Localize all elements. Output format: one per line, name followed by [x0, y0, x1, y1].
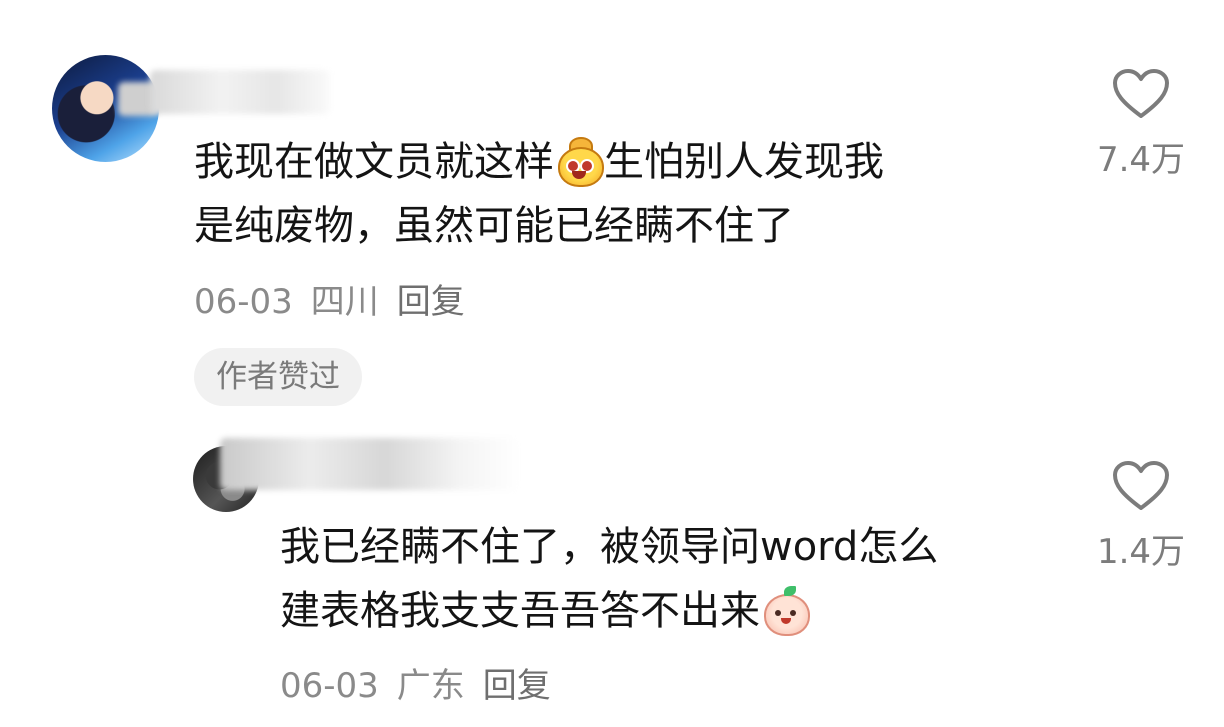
comment-line: 我现在做文员就这样 生怕别人发现我: [194, 137, 884, 187]
comment-text: 我已经瞒不住了，被领导问word怎么 建表格我支支吾吾答不出来: [280, 515, 938, 643]
comment-location: 四川: [310, 282, 379, 322]
reply-button[interactable]: 回复: [483, 666, 551, 706]
comment-line: 建表格我支支吾吾答不出来: [280, 579, 938, 643]
like-count: 7.4万: [1096, 140, 1186, 180]
comment-date: 06-03: [280, 666, 379, 706]
comment-line: 我已经瞒不住了，被领导问word怎么: [280, 524, 939, 570]
like-button[interactable]: 7.4万: [1091, 68, 1191, 181]
comment-meta: 06-03 广东 回复: [280, 658, 569, 707]
heart-icon[interactable]: [1112, 68, 1170, 120]
comment-date: 06-03: [194, 282, 293, 322]
heart-icon[interactable]: [1112, 460, 1170, 512]
author-liked-badge: 作者赞过: [194, 348, 362, 406]
blurred-username[interactable]: [150, 70, 330, 114]
reply-button[interactable]: 回复: [397, 282, 465, 322]
money-bag-face-emoji: [556, 137, 604, 187]
comment-thread: 我现在做文员就这样 生怕别人发现我 是纯废物，虽然可能已经瞒不住了 06-03 四川…: [0, 0, 1224, 727]
like-button[interactable]: 1.4万: [1091, 460, 1191, 573]
like-count: 1.4万: [1096, 532, 1186, 572]
comment-line: 是纯废物，虽然可能已经瞒不住了: [194, 203, 794, 249]
comment-meta: 06-03 四川 回复: [194, 274, 483, 323]
blurred-username[interactable]: [220, 438, 520, 490]
comment-location: 广东: [396, 666, 465, 706]
peach-face-emoji: [762, 586, 810, 636]
comment-text: 我现在做文员就这样 生怕别人发现我 是纯废物，虽然可能已经瞒不住了: [194, 130, 884, 258]
